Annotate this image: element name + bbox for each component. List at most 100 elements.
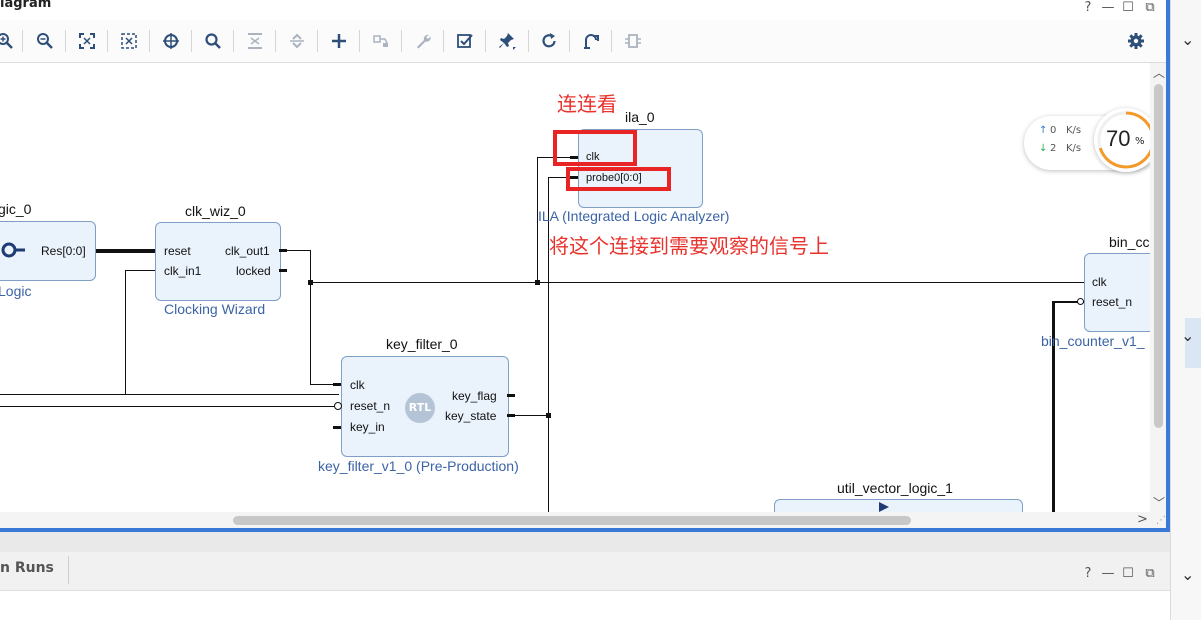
ila-title: ila_0: [625, 109, 655, 125]
window-title-bar: iagram ? — ☐ ⧉: [0, 0, 1170, 20]
key-filter-title: key_filter_0: [386, 336, 458, 352]
port-kf-key-state: key_state: [445, 409, 497, 423]
bottom-restore-button[interactable]: ⧉: [1143, 566, 1157, 582]
settings-gear-icon[interactable]: [1125, 30, 1147, 52]
validate-icon[interactable]: [454, 30, 476, 52]
chevron-down-icon[interactable]: ⌄: [1181, 326, 1194, 345]
port-clk-out1: clk_out1: [225, 244, 270, 258]
toolbar-separator: [275, 30, 276, 52]
wire-junction: [546, 413, 551, 418]
add-ip-icon[interactable]: [328, 30, 350, 52]
port-locked: locked: [236, 264, 271, 278]
wire-reset-n[interactable]: [0, 406, 336, 407]
toolbar-separator: [191, 30, 192, 52]
chevron-down-icon[interactable]: ⌄: [1181, 30, 1194, 49]
wire-clk-in1-h[interactable]: [125, 270, 155, 271]
toolbar-separator: [611, 30, 612, 52]
util-logic-subtitle[interactable]: Logic: [0, 283, 31, 299]
util-logic-block[interactable]: Res[0:0]: [0, 221, 96, 281]
resize-grip-icon[interactable]: ⋰: [1156, 515, 1166, 526]
port-kf-key-flag: key_flag: [452, 389, 497, 403]
maximize-button[interactable]: ☐: [1121, 0, 1135, 16]
upload-unit: K/s: [1066, 125, 1082, 136]
port-res: Res[0:0]: [41, 244, 86, 258]
bottom-maximize-button[interactable]: ☐: [1121, 566, 1135, 582]
chevron-down-icon[interactable]: ⌄: [1181, 565, 1194, 584]
gauge-percent: 70: [1106, 126, 1131, 151]
connect-icon[interactable]: [370, 30, 392, 52]
util-vector-logic-block[interactable]: [774, 499, 1023, 512]
tab-design-runs[interactable]: n Runs: [0, 560, 54, 576]
inverter-bubble: [1077, 298, 1084, 305]
scroll-down-icon[interactable]: ﹀: [1153, 494, 1165, 511]
wire-probe-v[interactable]: [548, 177, 549, 512]
bin-counter-subtitle[interactable]: bin_counter_v1_: [1041, 333, 1145, 349]
network-speed-widget[interactable]: ↑ 0 K/s ↓ 2 K/s 70 %: [1024, 108, 1150, 172]
bottom-minimize-button[interactable]: —: [1101, 566, 1115, 582]
toolbar-separator: [317, 30, 318, 52]
zoom-fit-icon[interactable]: [76, 30, 98, 52]
wire-res-to-reset[interactable]: [96, 249, 155, 253]
wire-clk-in1-v[interactable]: [125, 270, 126, 395]
ila-subtitle[interactable]: ILA (Integrated Logic Analyzer): [538, 208, 729, 224]
toolbar-separator: [569, 30, 570, 52]
port-pin: [333, 383, 341, 386]
highlight-box-clk: [553, 130, 637, 166]
horizontal-scroll-thumb[interactable]: [233, 516, 911, 525]
wire-clk-out1-v[interactable]: [310, 250, 311, 385]
panel-divider[interactable]: [0, 532, 1170, 552]
download-unit: K/s: [1066, 143, 1082, 154]
help-button[interactable]: ?: [1081, 0, 1095, 16]
wire-clk-bus[interactable]: [310, 282, 1086, 283]
expand-icon[interactable]: [286, 30, 308, 52]
port-pin: [507, 394, 515, 397]
wrench-icon[interactable]: [412, 30, 434, 52]
port-pin: [279, 269, 287, 272]
right-side-strip: ⌄ ⌄ ⌄: [1170, 0, 1201, 620]
toolbar-separator: [22, 30, 23, 52]
memory-gauge[interactable]: 70 %: [1094, 108, 1150, 172]
wire-junction: [308, 280, 313, 285]
annotation-top: 连连看: [557, 92, 617, 116]
clk-wiz-title: clk_wiz_0: [185, 203, 246, 219]
zoom-out-icon[interactable]: [34, 30, 56, 52]
pin-icon[interactable]: [496, 30, 518, 52]
port-kf-clk: clk: [350, 378, 365, 392]
wire-clk-in1-src[interactable]: [0, 394, 126, 395]
key-filter-block[interactable]: clk reset_n key_in key_flag key_state RT…: [341, 356, 509, 457]
key-filter-subtitle[interactable]: key_filter_v1_0 (Pre-Production): [318, 458, 519, 474]
download-arrow-icon: ↓: [1039, 143, 1048, 154]
regenerate-icon[interactable]: [538, 30, 560, 52]
port-icon[interactable]: [622, 30, 644, 52]
port-pin: [279, 249, 287, 252]
clk-wiz-subtitle[interactable]: Clocking Wizard: [164, 301, 265, 317]
block-diagram-canvas[interactable]: gic_0 Res[0:0] Logic clk_wiz_0 reset clk…: [0, 63, 1150, 512]
clk-wiz-block[interactable]: reset clk_in1 clk_out1 locked: [155, 222, 281, 301]
toolbar-separator: [107, 30, 108, 52]
port-pin: [333, 426, 341, 429]
vertical-scroll-thumb[interactable]: [1154, 84, 1163, 428]
crosshair-icon[interactable]: [160, 30, 182, 52]
collapse-icon[interactable]: [244, 30, 266, 52]
bottom-help-button[interactable]: ?: [1081, 566, 1095, 582]
zoom-area-icon[interactable]: [118, 30, 140, 52]
port-kf-reset-n: reset_n: [350, 399, 391, 413]
port-bc-clk: clk: [1092, 275, 1107, 289]
toolbar-separator: [528, 30, 529, 52]
scroll-up-icon[interactable]: ︿: [1153, 64, 1165, 81]
zoom-in-icon[interactable]: [0, 30, 16, 52]
bin-counter-block[interactable]: clk reset_n: [1084, 253, 1150, 332]
port-pin: [507, 414, 515, 417]
toolbar-separator: [401, 30, 402, 52]
scroll-right-icon[interactable]: >: [1137, 512, 1148, 527]
toolbar-separator: [149, 30, 150, 52]
upload-value: 0: [1050, 125, 1057, 136]
inverter-bubble: [334, 402, 342, 410]
port-kf-key-in: key_in: [350, 420, 385, 434]
minimize-button[interactable]: —: [1101, 0, 1115, 16]
optimize-routing-icon[interactable]: [580, 30, 602, 52]
toolbar-separator: [485, 30, 486, 52]
wire-junction: [535, 280, 540, 285]
restore-button[interactable]: ⧉: [1143, 0, 1157, 16]
search-icon[interactable]: [202, 30, 224, 52]
